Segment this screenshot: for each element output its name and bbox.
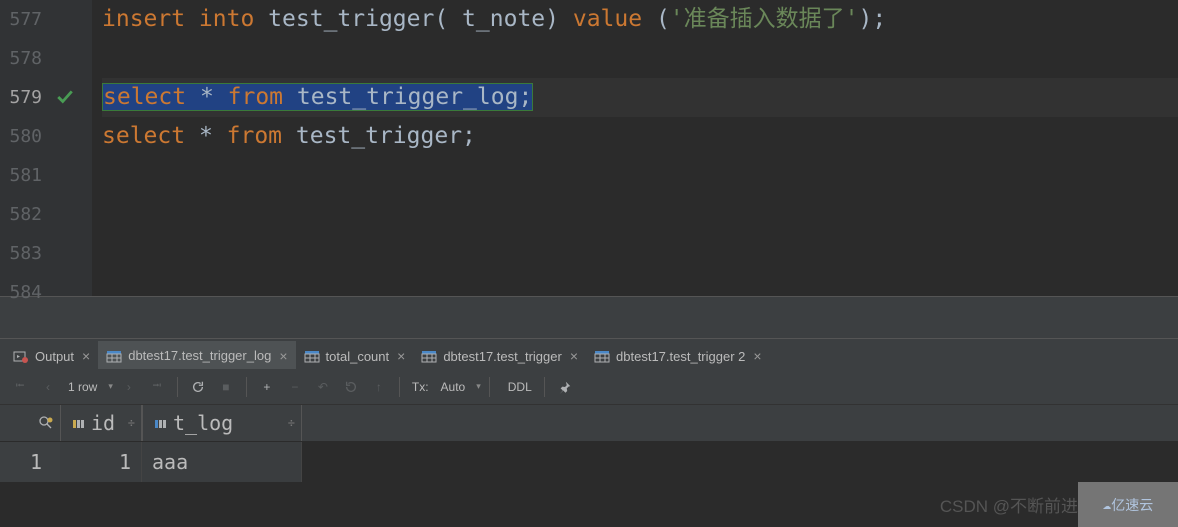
code-editor[interactable]: 577 578 579 580 581 582 583 584 insert i…: [0, 0, 1178, 296]
commit-button[interactable]: ↑: [367, 375, 391, 399]
result-column-header: id ÷ t_log ÷: [0, 405, 1178, 442]
table-icon: [421, 349, 437, 363]
results-tabbar: Output × dbtest17.test_trigger_log × tot…: [0, 339, 1178, 369]
gutter-line: 581: [0, 156, 92, 195]
gutter: 577 578 579 580 581 582 583 584: [0, 0, 92, 296]
close-icon[interactable]: ×: [279, 348, 287, 364]
splitter[interactable]: [0, 296, 1178, 339]
revert-button[interactable]: ↶: [311, 375, 335, 399]
column-name: id: [91, 411, 115, 435]
tab-trigger[interactable]: dbtest17.test_trigger ×: [413, 341, 586, 369]
code-line-577[interactable]: insert into test_trigger( t_note) value …: [102, 0, 1178, 39]
close-icon[interactable]: ×: [570, 348, 578, 364]
close-icon[interactable]: ×: [753, 348, 761, 364]
tab-trigger-2[interactable]: dbtest17.test_trigger 2 ×: [586, 341, 770, 369]
gutter-line: 583: [0, 234, 92, 273]
next-page-button[interactable]: ›: [117, 375, 141, 399]
last-page-button[interactable]: ⭲: [145, 375, 169, 399]
code-line-582[interactable]: [102, 195, 1178, 234]
separator: [246, 377, 247, 397]
code-line-578[interactable]: [102, 39, 1178, 78]
sort-indicator[interactable]: ÷: [288, 416, 295, 430]
chevron-down-icon[interactable]: ▾: [108, 381, 113, 392]
separator: [399, 377, 400, 397]
pin-button[interactable]: [553, 375, 577, 399]
key-column-icon: [71, 416, 85, 430]
gutter-line: 578: [0, 39, 92, 78]
results-toolbar: ⭰ ‹ 1 row ▾ › ⭲ ■ + − ↶ ↑ Tx: Auto ▾ DDL: [0, 369, 1178, 405]
search-icon: [38, 415, 54, 431]
refresh-button[interactable]: [186, 375, 210, 399]
tab-total-count[interactable]: total_count ×: [296, 341, 414, 369]
remove-row-button[interactable]: −: [283, 375, 307, 399]
corner-cell[interactable]: [0, 405, 60, 441]
tx-label: Tx:: [412, 380, 429, 394]
gutter-line: 577: [0, 0, 92, 39]
column-icon: [153, 416, 167, 430]
code-line-579[interactable]: select * from test_trigger_log;: [102, 78, 1178, 117]
checkmark-icon: [56, 88, 74, 106]
chevron-down-icon[interactable]: ▾: [476, 381, 481, 392]
tab-output[interactable]: Output ×: [5, 341, 98, 369]
code-line-580[interactable]: select * from test_trigger;: [102, 117, 1178, 156]
table-row[interactable]: 1 1 aaa: [0, 442, 1178, 482]
tab-label: total_count: [326, 349, 390, 364]
close-icon[interactable]: ×: [82, 348, 90, 364]
table-icon: [304, 349, 320, 363]
tab-label: dbtest17.test_trigger: [443, 349, 562, 364]
cell-id[interactable]: 1: [60, 442, 142, 482]
table-icon: [594, 349, 610, 363]
column-header-id[interactable]: id ÷: [60, 405, 142, 441]
separator: [544, 377, 545, 397]
tx-mode[interactable]: Auto: [441, 380, 466, 394]
code-line-583[interactable]: [102, 234, 1178, 273]
tab-label: dbtest17.test_trigger_log: [128, 348, 271, 363]
row-count: 1 row: [68, 380, 97, 394]
column-name: t_log: [173, 411, 233, 435]
gutter-line: 584: [0, 273, 92, 312]
table-icon: [106, 349, 122, 363]
tab-label: dbtest17.test_trigger 2: [616, 349, 745, 364]
cell-tlog[interactable]: aaa: [142, 442, 302, 482]
tab-label: Output: [35, 349, 74, 364]
sort-indicator[interactable]: ÷: [128, 416, 135, 430]
gutter-line: 579: [0, 78, 92, 117]
tab-trigger-log[interactable]: dbtest17.test_trigger_log ×: [98, 341, 295, 369]
close-icon[interactable]: ×: [397, 348, 405, 364]
stop-button[interactable]: ■: [214, 375, 238, 399]
separator: [177, 377, 178, 397]
watermark: CSDN @不断前进: [940, 492, 1078, 517]
gutter-line: 582: [0, 195, 92, 234]
row-number: 1: [0, 442, 60, 482]
first-page-button[interactable]: ⭰: [8, 375, 32, 399]
watermark-logo: ☁亿速云: [1078, 482, 1178, 527]
prev-page-button[interactable]: ‹: [36, 375, 60, 399]
ddl-button[interactable]: DDL: [508, 380, 532, 394]
code-text[interactable]: insert into test_trigger( t_note) value …: [92, 0, 1178, 296]
gutter-line: 580: [0, 117, 92, 156]
column-header-tlog[interactable]: t_log ÷: [142, 405, 302, 441]
separator: [489, 377, 490, 397]
code-line-581[interactable]: [102, 156, 1178, 195]
add-row-button[interactable]: +: [255, 375, 279, 399]
output-icon: [13, 349, 29, 363]
rollback-button[interactable]: [339, 375, 363, 399]
